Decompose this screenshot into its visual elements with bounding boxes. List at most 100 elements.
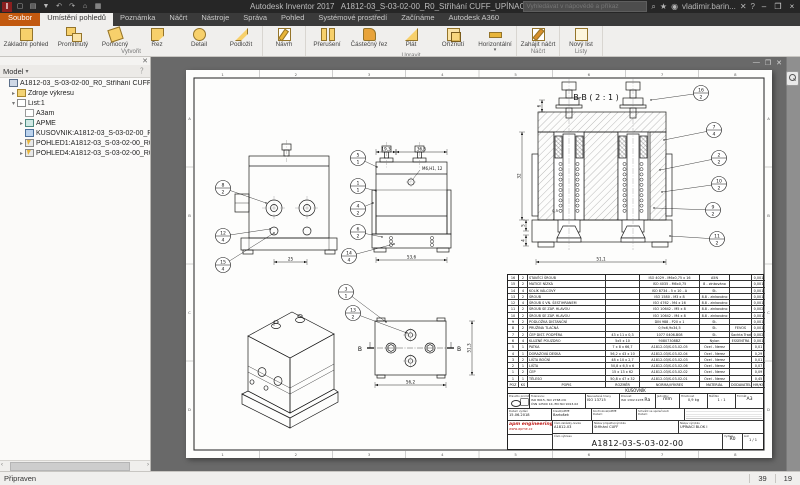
- user-name[interactable]: vladimir.barin...: [682, 0, 736, 13]
- scrollbar-thumb[interactable]: [10, 462, 130, 471]
- cut-label-right: B: [457, 346, 461, 353]
- scroll-right-icon[interactable]: ›: [147, 461, 149, 470]
- front-view[interactable]: [235, 140, 337, 254]
- undo-icon[interactable]: ↶: [54, 2, 64, 12]
- svg-text:14: 14: [346, 250, 352, 256]
- tree-expander-icon[interactable]: ▸: [18, 120, 25, 127]
- checked-cell: Kontroloval/APME Datum:: [592, 409, 637, 421]
- horizontalni-button[interactable]: Horizontální▾: [474, 26, 516, 52]
- help-icon[interactable]: ?: [751, 0, 755, 13]
- svg-text:5: 5: [357, 152, 360, 158]
- ribbon-tab-autodesk-a360[interactable]: Autodesk A360: [442, 11, 506, 26]
- doc-close-icon[interactable]: ✕: [776, 59, 782, 67]
- rez-button[interactable]: Řez: [136, 26, 178, 48]
- panel-close-icon[interactable]: ✕: [142, 57, 148, 65]
- new-file-icon[interactable]: ▢: [15, 2, 25, 12]
- detail-button[interactable]: Detail: [178, 26, 220, 48]
- ribbon-tab-zaciname[interactable]: Začínáme: [394, 11, 441, 26]
- navrh-button[interactable]: Návrh: [263, 26, 305, 48]
- plat-button[interactable]: Plát: [390, 26, 432, 52]
- svg-text:56,2: 56,2: [406, 380, 416, 385]
- tree-item-pohled4[interactable]: ▸POHLED4:A1812-03_S-03-02-00_R0_Stříhání…: [0, 148, 150, 158]
- tree-item-list[interactable]: ▾List:1: [0, 98, 150, 108]
- novy-list-button[interactable]: Nový list: [560, 26, 602, 48]
- tree-item-zdroje-vykresu[interactable]: ▸Zdroje výkresu: [0, 88, 150, 98]
- tree-expander-icon[interactable]: ▾: [10, 100, 17, 107]
- svg-text:2: 2: [222, 190, 225, 196]
- open-file-icon[interactable]: ▤: [28, 2, 38, 12]
- tree-expander-icon[interactable]: ▸: [10, 90, 17, 97]
- a360-icon[interactable]: ✕: [740, 0, 747, 13]
- preruseni-button[interactable]: Přerušení: [306, 26, 348, 52]
- status-message: Připraven: [0, 474, 36, 483]
- file-menu-button[interactable]: Soubor: [0, 11, 40, 26]
- castecny-rez-button[interactable]: Částečný řez: [348, 26, 390, 52]
- svg-text:2: 2: [295, 452, 298, 457]
- zoom-tool-icon[interactable]: [786, 71, 799, 86]
- balloon-1: 11: [351, 179, 377, 194]
- search-icon[interactable]: ⌕: [651, 0, 655, 13]
- slice-icon: [402, 27, 420, 41]
- tree-expander-icon[interactable]: ▸: [18, 150, 25, 157]
- view-icon: [25, 149, 34, 157]
- svg-text:10: 10: [716, 178, 722, 184]
- oriznuti-button[interactable]: Oříznutí: [432, 26, 474, 52]
- scroll-left-icon[interactable]: ‹: [1, 461, 3, 470]
- tolerance-cell: Tolerance: ISO 8015, ISO 2768 mK ČSN 125…: [530, 394, 586, 409]
- tree-item-apme[interactable]: ▸APME: [0, 118, 150, 128]
- promitnuty-button[interactable]: Promítnutý: [52, 26, 94, 48]
- ribbon-tab-umisteni-pohledu[interactable]: Umístění pohledů: [40, 11, 113, 26]
- tree-expander-icon[interactable]: ▸: [18, 140, 25, 147]
- navigation-bar[interactable]: [786, 57, 800, 471]
- svg-text:B: B: [188, 213, 191, 218]
- tree-item-kusovnik[interactable]: KUSOVNÍK:A1812-03_S-03-02-00_R0_Stříhání…: [0, 128, 150, 138]
- isometric-view[interactable]: [242, 312, 338, 428]
- tree-item-a3am[interactable]: A3am: [0, 108, 150, 118]
- minimize-button[interactable]: –: [759, 2, 769, 11]
- doc-restore-icon[interactable]: ❐: [765, 59, 771, 67]
- button-label: Nový list: [569, 41, 593, 48]
- scale-cell: Měřítko 1 : 1: [708, 394, 736, 409]
- browser-hscrollbar[interactable]: ‹ ›: [0, 460, 150, 471]
- doc-minimize-icon[interactable]: —: [753, 59, 760, 67]
- restore-button[interactable]: ❐: [773, 2, 783, 11]
- ribbon-tab-systemove-prostredi[interactable]: Systémové prostředí: [311, 11, 394, 26]
- save-icon[interactable]: ▼: [41, 2, 51, 12]
- inventor-logo-icon[interactable]: I: [2, 2, 12, 12]
- side-view[interactable]: [372, 142, 451, 252]
- tree-item-pohled1[interactable]: ▸POHLED1:A1812-03_S-03-02-00_R0_Stříhání…: [0, 138, 150, 148]
- ribbon-tab-poznamka[interactable]: Poznámka: [113, 11, 162, 26]
- svg-text:9: 9: [712, 204, 715, 210]
- section-title: B-B ( 2 : 1 ): [573, 93, 618, 102]
- browser-header[interactable]: Model ▾ ？: [0, 65, 150, 78]
- zakladni-pohled-button[interactable]: Základní pohled: [0, 26, 52, 48]
- print-icon[interactable]: ▦: [93, 2, 103, 12]
- ribbon-tab-nastroje[interactable]: Nástroje: [194, 11, 236, 26]
- drawing-sheet[interactable]: 1122334455667788AABBCCDD 2519,336,553,63…: [186, 70, 772, 458]
- podlozit-button[interactable]: Podložit: [220, 26, 262, 48]
- ribbon-tab-nacrt[interactable]: Náčrt: [162, 11, 194, 26]
- parts-list-cell: DODAVATEL: [730, 382, 752, 388]
- svg-text:51,1: 51,1: [596, 257, 606, 262]
- ribbon-tab-pohled[interactable]: Pohled: [274, 11, 311, 26]
- pomocny-button[interactable]: Pomocný: [94, 26, 136, 48]
- zahajit-nacrt-button[interactable]: Zahájit náčrt: [517, 26, 559, 48]
- svg-text:8: 8: [222, 182, 225, 188]
- top-view[interactable]: [367, 318, 454, 378]
- svg-text:A: A: [188, 116, 191, 121]
- home-icon[interactable]: ⌂: [80, 2, 90, 12]
- close-button[interactable]: ×: [787, 2, 797, 11]
- help-circle-icon[interactable]: ？: [140, 66, 147, 76]
- chevron-down-icon[interactable]: ▾: [25, 68, 28, 75]
- ribbon-tab-sprava[interactable]: Správa: [236, 11, 274, 26]
- search-input[interactable]: [523, 1, 647, 12]
- view-icon: [25, 139, 34, 147]
- redo-icon[interactable]: ↷: [67, 2, 77, 12]
- drawing-canvas[interactable]: — ❐ ✕: [151, 57, 800, 471]
- balloon-3: 31: [339, 285, 387, 323]
- order-cell: Číslo zakázky-revize A1812-03: [553, 421, 593, 434]
- tree-item-a1812-03-s-03[interactable]: A1812-03_S-03-02-00_R0_Stříhání CUFF_UPÍ…: [0, 78, 150, 88]
- projection-cell: Pravidlo promítání: [508, 394, 530, 409]
- section-view[interactable]: [532, 78, 672, 250]
- favorites-star-icon[interactable]: ★: [660, 0, 667, 13]
